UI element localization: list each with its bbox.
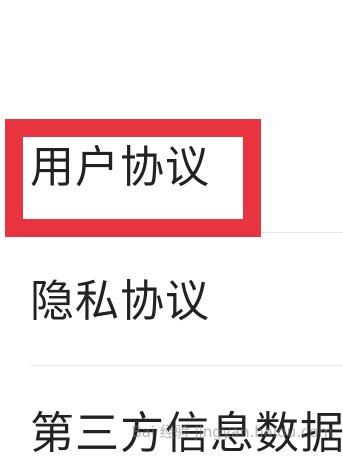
menu-item-label: 隐私协议 <box>30 276 210 327</box>
menu-item-label: 用户协议 <box>30 142 210 193</box>
menu-item-user-agreement[interactable]: 用户协议 <box>0 120 343 232</box>
menu-item-privacy-agreement[interactable]: 隐私协议 <box>0 233 343 365</box>
watermark: Bai 经验 jingyan.baidu.com <box>131 423 333 441</box>
